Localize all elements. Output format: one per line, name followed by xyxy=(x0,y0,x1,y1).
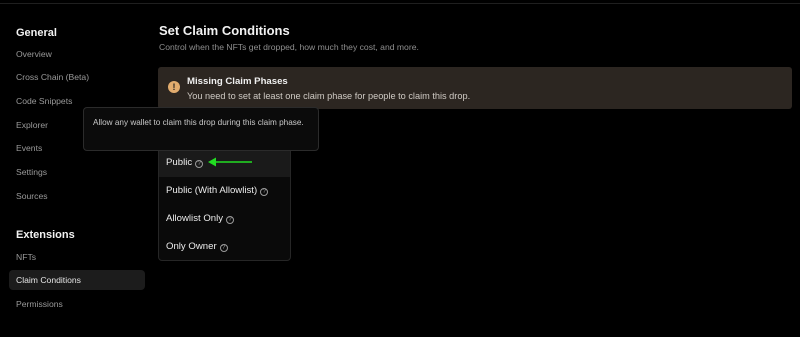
sidebar-item-settings[interactable]: Settings xyxy=(16,162,47,182)
sidebar-item-claim-conditions[interactable]: Claim Conditions xyxy=(9,270,145,290)
missing-claim-phases-alert: ! Missing Claim Phases You need to set a… xyxy=(158,67,792,109)
menu-item-label: Only Owner xyxy=(166,241,217,252)
help-circle-icon[interactable]: ? xyxy=(226,216,235,224)
sidebar-item-overview[interactable]: Overview xyxy=(16,44,52,64)
menu-item-allowlist-only[interactable]: Allowlist Only? xyxy=(159,205,290,233)
alert-description: You need to set at least one claim phase… xyxy=(187,91,471,101)
page-title: Set Claim Conditions xyxy=(159,23,290,38)
menu-item-only-owner[interactable]: Only Owner? xyxy=(159,233,290,261)
sidebar-heading-extensions: Extensions xyxy=(16,229,75,241)
help-circle-icon[interactable]: ? xyxy=(219,244,228,252)
sidebar-item-events[interactable]: Events xyxy=(16,138,42,158)
public-tooltip: Allow any wallet to claim this drop duri… xyxy=(83,107,319,151)
sidebar-item-sources[interactable]: Sources xyxy=(16,186,48,206)
sidebar-item-explorer[interactable]: Explorer xyxy=(16,115,48,135)
sidebar-item-permissions[interactable]: Permissions xyxy=(16,294,63,314)
sidebar: General Overview Cross Chain (Beta) Code… xyxy=(0,0,150,337)
exclamation-icon: ! xyxy=(168,81,180,93)
page-subtitle: Control when the NFTs get dropped, how m… xyxy=(159,42,419,52)
help-circle-icon[interactable]: ? xyxy=(195,160,204,168)
sidebar-item-cross-chain[interactable]: Cross Chain (Beta) xyxy=(16,67,89,87)
sidebar-item-code-snippets[interactable]: Code Snippets xyxy=(16,91,72,111)
green-arrow-annotation-icon xyxy=(208,157,252,167)
menu-item-public-with-allowlist[interactable]: Public (With Allowlist)? xyxy=(159,177,290,205)
sidebar-heading-general: General xyxy=(16,27,57,39)
help-circle-icon[interactable]: ? xyxy=(260,188,269,196)
sidebar-item-nfts[interactable]: NFTs xyxy=(16,247,36,267)
menu-item-label: Allowlist Only xyxy=(166,213,224,224)
menu-item-label: Public (With Allowlist) xyxy=(166,185,258,196)
menu-item-label: Public xyxy=(166,157,193,168)
alert-title: Missing Claim Phases xyxy=(187,76,288,87)
